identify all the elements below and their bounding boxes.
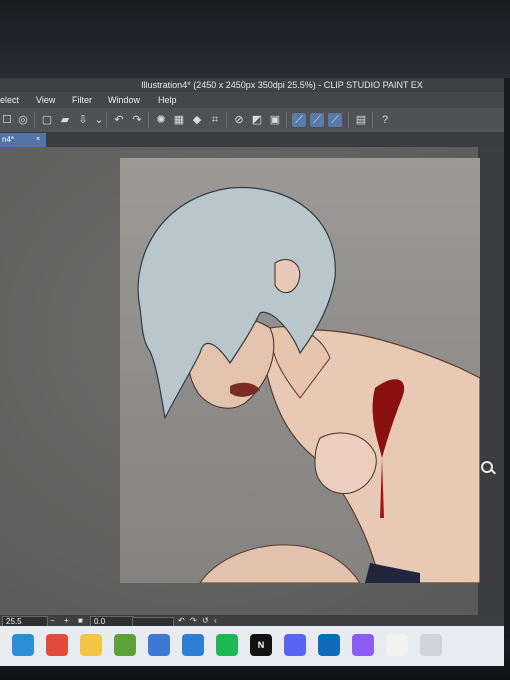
document-tab-bar: n4* ×: [0, 133, 504, 147]
artwork: [137, 186, 480, 583]
netflix-label: N: [257, 640, 265, 650]
tab-illustration4[interactable]: n4* ×: [0, 133, 46, 147]
clip-studio-icon[interactable]: ◎: [16, 113, 30, 127]
menu-view[interactable]: View: [36, 92, 55, 108]
command-bar: ☐ ◎ ▢ ▰ ⇩ ⌄ ↶ ↷ ✺ ▦ ◆ ⌗ ⊘ ◩ ▣ ⟋ ⟋ ⟋ ▤ ?: [0, 108, 504, 133]
ms-store-icon[interactable]: [148, 634, 170, 656]
clip-studio-taskbar-icon[interactable]: [386, 634, 408, 656]
screen: Illustration4* (2450 x 2450px 350dpi 25.…: [0, 78, 504, 638]
save-icon[interactable]: ⇩: [76, 113, 90, 127]
snap-box-icon[interactable]: ▣: [268, 113, 282, 127]
zoom-cursor-icon: [481, 461, 493, 473]
checkbox-icon[interactable]: ☐: [0, 113, 14, 127]
redo-icon[interactable]: ↷: [130, 113, 144, 127]
toolbar-divider: [286, 112, 287, 128]
minecraft-icon[interactable]: [114, 634, 136, 656]
toolbar-divider: [348, 112, 349, 128]
title-bar: Illustration4* (2450 x 2450px 350dpi 25.…: [0, 78, 504, 92]
chrome-icon[interactable]: [46, 634, 68, 656]
menu-bar: elect View Filter Window Help: [0, 92, 504, 108]
tab-label: n4*: [2, 135, 15, 144]
toolbar-divider: [372, 112, 373, 128]
snap-grid-icon[interactable]: ◩: [250, 113, 264, 127]
close-icon[interactable]: ×: [34, 133, 42, 147]
transform-icon[interactable]: ▦: [172, 113, 186, 127]
mail-icon[interactable]: [182, 634, 204, 656]
snap-off-icon[interactable]: ⊘: [232, 113, 246, 127]
ruler-snap-icon[interactable]: ⟋: [292, 113, 306, 127]
toolbar-divider: [148, 112, 149, 128]
toolbar-divider: [106, 112, 107, 128]
windows-taskbar: N: [0, 626, 504, 666]
help-icon[interactable]: ?: [378, 113, 392, 127]
outlook-icon[interactable]: [318, 634, 340, 656]
monitor-edge: [504, 78, 510, 638]
knee-shape: [199, 544, 361, 583]
menu-select[interactable]: elect: [0, 92, 19, 108]
layer-icon[interactable]: ▤: [354, 113, 368, 127]
menu-help[interactable]: Help: [158, 92, 177, 108]
toolbar-divider: [34, 112, 35, 128]
spotify-icon[interactable]: [216, 634, 238, 656]
toolbar-divider: [226, 112, 227, 128]
loading-spinner-icon[interactable]: ✺: [154, 113, 168, 127]
file-explorer-icon[interactable]: [80, 634, 102, 656]
right-panel: [478, 147, 504, 615]
chevron-down-icon[interactable]: ⌄: [92, 113, 106, 127]
netflix-icon[interactable]: N: [250, 634, 272, 656]
menu-window[interactable]: Window: [108, 92, 140, 108]
discord-icon[interactable]: [284, 634, 306, 656]
special-ruler-icon[interactable]: ⟋: [310, 113, 324, 127]
open-folder-icon[interactable]: ▰: [58, 113, 72, 127]
crop-icon[interactable]: ⌗: [208, 113, 222, 127]
monitor-bezel: [0, 0, 510, 78]
link-icon[interactable]: [420, 634, 442, 656]
undo-icon[interactable]: ↶: [112, 113, 126, 127]
fill-icon[interactable]: ◆: [190, 113, 204, 127]
perspective-ruler-icon[interactable]: ⟋: [328, 113, 342, 127]
menu-filter[interactable]: Filter: [72, 92, 92, 108]
new-file-icon[interactable]: ▢: [40, 113, 54, 127]
copilot-icon[interactable]: [352, 634, 374, 656]
edge-icon[interactable]: [12, 634, 34, 656]
illustration-canvas[interactable]: [120, 158, 480, 583]
window-title: Illustration4* (2450 x 2450px 350dpi 25.…: [141, 80, 423, 90]
